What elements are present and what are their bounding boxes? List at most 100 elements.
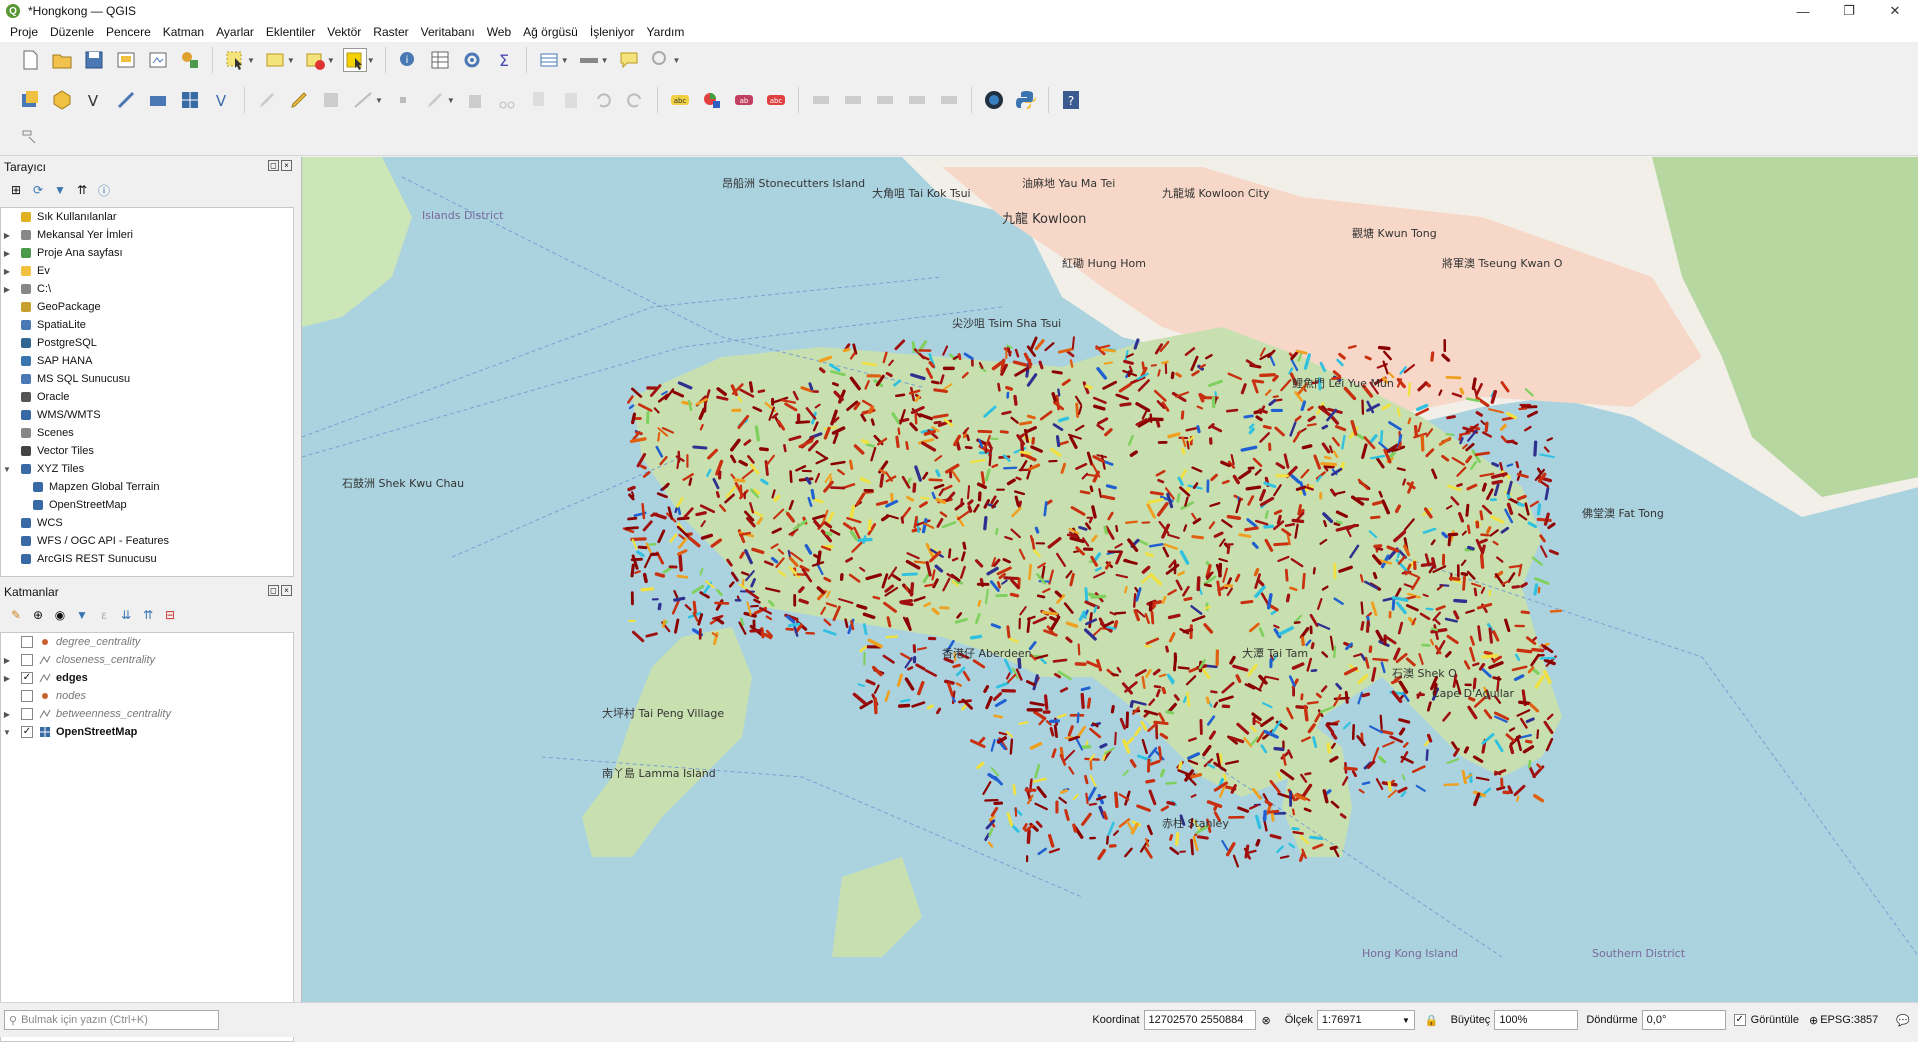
plugin-tool-icon[interactable]: [18, 126, 42, 150]
add-selected-layers-icon[interactable]: ⊞: [8, 182, 24, 198]
diagram-options-icon[interactable]: [700, 88, 724, 112]
layer-item[interactable]: ▶✓edges: [1, 669, 293, 687]
browser-item[interactable]: ▼XYZ Tiles: [1, 460, 293, 478]
toggle-editing-icon[interactable]: [287, 88, 311, 112]
label-properties-icon[interactable]: [937, 88, 961, 112]
vertex-tool-icon[interactable]: [391, 88, 415, 112]
attribute-table-icon[interactable]: [428, 48, 452, 72]
maximize-icon[interactable]: ❐: [1826, 0, 1872, 22]
filter-icon[interactable]: ▼: [52, 182, 68, 198]
render-checkbox[interactable]: ✓: [1734, 1014, 1746, 1026]
new-project-icon[interactable]: [18, 48, 42, 72]
layer-visibility-checkbox[interactable]: [21, 636, 33, 648]
info-icon[interactable]: ⓘ: [96, 182, 112, 198]
close-panel-icon[interactable]: ×: [281, 160, 292, 171]
collapse-arrow-icon[interactable]: ▶: [1, 249, 13, 258]
label-toolbar-icon[interactable]: abc: [668, 88, 692, 112]
add-raster-icon[interactable]: [114, 88, 138, 112]
identify-features-icon[interactable]: i: [396, 48, 420, 72]
browser-item[interactable]: GeoPackage: [1, 298, 293, 316]
help-icon[interactable]: ?: [1059, 88, 1083, 112]
browser-item[interactable]: WCS: [1, 514, 293, 532]
close-panel-icon[interactable]: ×: [281, 585, 292, 596]
browser-item[interactable]: Vector Tiles: [1, 442, 293, 460]
map-canvas[interactable]: 九龍 Kowloon 大角咀 Tai Kok Tsui 尖沙咀 Tsim Sha…: [301, 157, 1918, 1002]
rotation-spinbox[interactable]: 0,0°: [1642, 1010, 1726, 1030]
layer-visibility-checkbox[interactable]: [21, 690, 33, 702]
browser-item[interactable]: WFS / OGC API - Features: [1, 532, 293, 550]
collapse-arrow-icon[interactable]: ▶: [1, 231, 13, 240]
menu-ayarlar[interactable]: Ayarlar: [210, 25, 260, 39]
add-group-icon[interactable]: ⊕: [30, 607, 46, 623]
browser-item[interactable]: ArcGIS REST Sunucusu: [1, 550, 293, 568]
collapse-all-icon[interactable]: ⇈: [140, 607, 156, 623]
expand-arrow-icon[interactable]: ▶: [1, 656, 13, 665]
layer-visibility-checkbox[interactable]: ✓: [21, 672, 33, 684]
add-wfs-icon[interactable]: V: [210, 88, 234, 112]
paste-features-icon[interactable]: [559, 88, 583, 112]
digitize-line-icon[interactable]: [351, 88, 375, 112]
add-vector-icon[interactable]: V: [82, 88, 106, 112]
processing-toolbox-icon[interactable]: [460, 48, 484, 72]
add-wms-icon[interactable]: [178, 88, 202, 112]
modify-attributes-icon[interactable]: [423, 88, 447, 112]
layer-visibility-checkbox[interactable]: ✓: [21, 726, 33, 738]
menu-web[interactable]: Web: [481, 25, 517, 39]
layer-item[interactable]: degree_centrality: [1, 633, 293, 651]
style-manager-icon[interactable]: [178, 48, 202, 72]
save-project-icon[interactable]: [82, 48, 106, 72]
python-console-icon[interactable]: [1014, 88, 1038, 112]
coordinate-field[interactable]: 12702570 2550884: [1144, 1010, 1256, 1030]
filter-legend-icon[interactable]: ▼: [74, 607, 90, 623]
browser-item[interactable]: Oracle: [1, 388, 293, 406]
plugin-globe-icon[interactable]: [982, 88, 1006, 112]
browser-item[interactable]: OpenStreetMap: [1, 496, 293, 514]
collapse-arrow-icon[interactable]: ▶: [1, 267, 13, 276]
current-edits-icon[interactable]: [255, 88, 279, 112]
expand-arrow-icon[interactable]: ▶: [1, 710, 13, 719]
menu-yardim[interactable]: Yardım: [641, 25, 691, 39]
browser-item[interactable]: ▶Mekansal Yer İmleri: [1, 226, 293, 244]
float-panel-icon[interactable]: ◻: [268, 585, 279, 596]
highlight-labels-icon[interactable]: abc: [764, 88, 788, 112]
show-hide-labels-icon[interactable]: [905, 88, 929, 112]
expand-arrow-icon[interactable]: ▼: [1, 465, 13, 474]
open-table-icon[interactable]: [537, 48, 561, 72]
menu-ag-orgusu[interactable]: Ağ örgüsü: [517, 25, 584, 39]
cut-features-icon[interactable]: [495, 88, 519, 112]
layer-item[interactable]: ▼✓OpenStreetMap: [1, 723, 293, 741]
deselect-icon[interactable]: [303, 48, 327, 72]
delete-selected-icon[interactable]: [463, 88, 487, 112]
browser-item[interactable]: ▶Ev: [1, 262, 293, 280]
menu-raster[interactable]: Raster: [367, 25, 414, 39]
menu-eklentiler[interactable]: Eklentiler: [260, 25, 321, 39]
browser-item[interactable]: SAP HANA: [1, 352, 293, 370]
browser-item[interactable]: SpatiaLite: [1, 316, 293, 334]
minimize-icon[interactable]: —: [1780, 0, 1826, 22]
lock-scale-icon[interactable]: 🔒: [1425, 1014, 1439, 1027]
map-tips-icon[interactable]: [617, 48, 641, 72]
browser-item[interactable]: Sık Kullanılanlar: [1, 208, 293, 226]
style-layer-icon[interactable]: ✎: [8, 607, 24, 623]
save-edits-icon[interactable]: [319, 88, 343, 112]
menu-veritabani[interactable]: Veritabanı: [415, 25, 481, 39]
menu-pencere[interactable]: Pencere: [100, 25, 157, 39]
browser-item[interactable]: Mapzen Global Terrain: [1, 478, 293, 496]
browser-item[interactable]: ▶C:\: [1, 280, 293, 298]
collapse-all-icon[interactable]: ⇈: [74, 182, 90, 198]
close-icon[interactable]: ✕: [1872, 0, 1918, 22]
layout-manager-icon[interactable]: [146, 48, 170, 72]
refresh-icon[interactable]: ⟳: [30, 182, 46, 198]
undo-icon[interactable]: [591, 88, 615, 112]
zoom-tool-icon[interactable]: [649, 48, 673, 72]
expand-all-icon[interactable]: ⇊: [118, 607, 134, 623]
new-print-layout-icon[interactable]: [114, 48, 138, 72]
select-location-icon[interactable]: [343, 48, 367, 72]
visibility-icon[interactable]: ◉: [52, 607, 68, 623]
browser-item[interactable]: WMS/WMTS: [1, 406, 293, 424]
layer-item[interactable]: nodes: [1, 687, 293, 705]
expand-arrow-icon[interactable]: ▼: [1, 728, 13, 737]
scale-select[interactable]: 1:76971▼: [1317, 1010, 1415, 1030]
collapse-arrow-icon[interactable]: ▶: [1, 285, 13, 294]
remove-layer-icon[interactable]: ⊟: [162, 607, 178, 623]
